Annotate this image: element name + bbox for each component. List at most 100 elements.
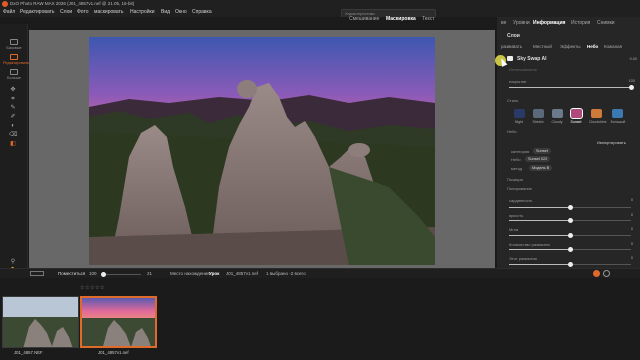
tab-masking[interactable]: Маскировка bbox=[386, 16, 416, 22]
gradient-tool-icon[interactable]: ◐ bbox=[9, 123, 17, 129]
basic-button[interactable]: Базовые bbox=[3, 39, 25, 50]
blur-amount-slider[interactable] bbox=[509, 247, 631, 252]
menu-layers[interactable]: Слои bbox=[60, 9, 72, 15]
brightness-slider[interactable] bbox=[509, 218, 631, 223]
slider-knob[interactable] bbox=[567, 233, 573, 238]
right-panel: ве Уровни Информация История Снимки Слои… bbox=[497, 17, 640, 272]
tab-history[interactable]: История bbox=[571, 20, 590, 26]
slider-fill bbox=[509, 207, 570, 208]
sky-label: Небо bbox=[507, 129, 517, 134]
style-stretch-icon[interactable] bbox=[533, 109, 544, 118]
slider-knob[interactable] bbox=[567, 218, 573, 223]
tab-snapshots[interactable]: Снимки bbox=[597, 20, 615, 26]
apply-icon[interactable] bbox=[593, 270, 600, 277]
slider-value: 0 bbox=[630, 256, 633, 260]
style-sunset-icon[interactable] bbox=[570, 108, 583, 119]
blur-step-slider[interactable] bbox=[509, 262, 631, 267]
tab-levels[interactable]: Уровни bbox=[513, 20, 530, 26]
subtab-skin[interactable]: Кожаная bbox=[604, 44, 622, 49]
file-value: J01_4857v1.nef bbox=[226, 271, 259, 276]
sky-name-dropdown[interactable]: Sunset 022 bbox=[525, 156, 551, 162]
tab-blend[interactable]: Смешивание bbox=[349, 16, 379, 22]
style-large-icon[interactable] bbox=[612, 109, 623, 118]
more-icon bbox=[10, 69, 18, 75]
category-dropdown[interactable]: Sunset bbox=[533, 148, 551, 154]
location-label: Место нахождения bbox=[170, 271, 210, 276]
style-label: Стиль bbox=[507, 98, 519, 103]
grid-icon bbox=[10, 39, 18, 45]
menu-mask[interactable]: маскировать bbox=[94, 9, 123, 15]
menu-view[interactable]: Вид bbox=[161, 9, 170, 15]
subtab-develop[interactable]: развивать bbox=[501, 44, 522, 49]
intensity-label: Интенсивность bbox=[509, 67, 538, 72]
slider-knob[interactable] bbox=[628, 85, 634, 90]
method-dropdown[interactable]: Модель B bbox=[529, 165, 553, 171]
thumbnail-label: J01_4857v1.nef bbox=[98, 350, 129, 355]
subtab-sky[interactable]: Небо bbox=[587, 44, 598, 49]
style-night-icon[interactable] bbox=[514, 109, 525, 118]
slider-knob[interactable] bbox=[567, 205, 573, 210]
layers-heading: Слои bbox=[507, 33, 520, 39]
subtab-effects[interactable]: Эффекты bbox=[560, 44, 580, 49]
slider-value: 0 bbox=[630, 213, 633, 217]
style-cloudy-label: Cloudy bbox=[551, 120, 563, 124]
rating-stars[interactable]: ☆☆☆☆☆ bbox=[80, 285, 105, 291]
tab-info[interactable]: Информация bbox=[533, 20, 565, 26]
pen-tool-icon[interactable]: ✐ bbox=[9, 114, 17, 120]
subtab-local[interactable]: Местный bbox=[533, 44, 552, 49]
toggle-icon[interactable] bbox=[507, 56, 513, 61]
slider-label: сардинность bbox=[509, 198, 533, 203]
zoom-value: 100 bbox=[89, 271, 97, 276]
view-mode-icon[interactable] bbox=[30, 271, 44, 276]
menu-window[interactable]: Окно bbox=[175, 9, 187, 15]
style-cloudy-icon[interactable] bbox=[552, 109, 563, 118]
mask-tool-icon[interactable]: ◧ bbox=[9, 141, 17, 147]
menu-edit[interactable]: Редактировать bbox=[20, 9, 55, 15]
photo-canvas[interactable] bbox=[89, 37, 435, 265]
style-cloudshine-icon[interactable] bbox=[591, 109, 602, 118]
slider-knob[interactable] bbox=[567, 247, 573, 252]
zoom-slider[interactable] bbox=[100, 272, 141, 277]
method-label: метод bbox=[511, 166, 523, 171]
fit-button[interactable]: Поместиться bbox=[58, 271, 85, 276]
slider-value: 0 bbox=[630, 227, 633, 231]
opacity-slider[interactable] bbox=[509, 85, 634, 90]
style-stretch-label: Stretch bbox=[532, 120, 544, 124]
location-value: Урок bbox=[209, 271, 220, 276]
edit-button[interactable]: Редактировать bbox=[3, 54, 29, 65]
style-cloudshine-label: Cloudshine bbox=[589, 120, 607, 124]
window-title: DxO Photo RAW MAX 2026 (J01_4857v1.nef @… bbox=[10, 1, 135, 6]
menu-file[interactable]: Файл bbox=[3, 9, 15, 15]
tab-text[interactable]: Текст bbox=[422, 16, 435, 22]
slider-knob[interactable] bbox=[100, 272, 106, 277]
move-tool-icon[interactable]: ✥ bbox=[9, 87, 17, 93]
slider-fill bbox=[509, 249, 570, 250]
saturation-slider[interactable] bbox=[509, 205, 631, 210]
menu-bar: Файл Редактировать Слои Фото маскировать… bbox=[0, 8, 640, 18]
crop-tool-icon[interactable]: ⌗ bbox=[9, 96, 17, 102]
position-heading: Позиция bbox=[507, 177, 523, 182]
import-button[interactable]: Импортировать bbox=[597, 140, 626, 145]
slider-fill bbox=[509, 264, 570, 265]
thumbnail-2[interactable] bbox=[80, 296, 157, 348]
category-label: категория bbox=[511, 149, 530, 154]
slider-knob[interactable] bbox=[567, 262, 573, 267]
brush-tool-icon[interactable]: ✎ bbox=[9, 105, 17, 111]
thumbnail-label: J01_4857.NEF bbox=[14, 350, 43, 355]
menu-settings[interactable]: Настройки bbox=[130, 9, 155, 15]
haze-slider[interactable] bbox=[509, 233, 631, 238]
zoom-tool-icon[interactable]: ⚲ bbox=[9, 259, 17, 265]
slider-label: Этот размытия bbox=[509, 256, 537, 261]
thumbnail-1[interactable] bbox=[2, 296, 79, 348]
bottom-bar: Поместиться 100 21 Место нахождения Урок… bbox=[0, 268, 640, 278]
tab-partial[interactable]: ве bbox=[501, 20, 506, 26]
menu-photo[interactable]: Фото bbox=[77, 9, 89, 15]
menu-help[interactable]: Справка bbox=[192, 9, 212, 15]
eraser-tool-icon[interactable]: ⌫ bbox=[9, 132, 17, 138]
reset-icon[interactable] bbox=[603, 270, 610, 277]
more-button[interactable]: Больше bbox=[3, 69, 25, 80]
image-viewer[interactable] bbox=[29, 30, 495, 268]
basic-label: Базовые bbox=[6, 46, 22, 50]
slider-fill bbox=[509, 235, 570, 236]
sky-name-label: Небо bbox=[511, 157, 521, 162]
